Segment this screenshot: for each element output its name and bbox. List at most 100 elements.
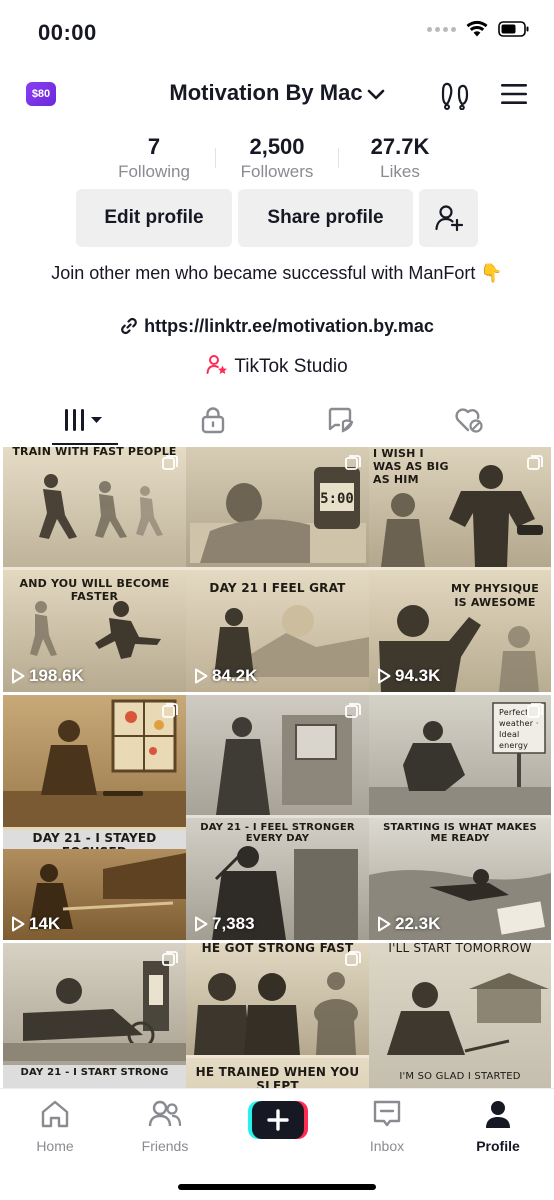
stat-divider xyxy=(338,148,339,168)
view-count: 198.6K xyxy=(11,666,84,686)
tab-private[interactable] xyxy=(144,394,282,446)
bio-link[interactable]: https://linktr.ee/motivation.by.mac xyxy=(0,316,554,337)
stat-label: Following xyxy=(118,162,190,181)
nav-label: Inbox xyxy=(369,1138,405,1154)
view-count-text: 7,383 xyxy=(212,914,255,933)
clock-time: 5:00 xyxy=(320,491,354,507)
view-count: 7,383 xyxy=(194,914,255,934)
tab-reposts[interactable] xyxy=(272,394,410,446)
stat-following[interactable]: 7 Following xyxy=(94,134,214,182)
tagged-icon xyxy=(328,407,354,433)
edit-profile-button[interactable]: Edit profile xyxy=(76,189,232,247)
view-count: 14K xyxy=(11,914,60,934)
wifi-icon xyxy=(466,20,488,37)
meditating-samurai-illustration xyxy=(3,699,186,827)
video-tile[interactable]: 5:00 DAY 21 I FEEL GRAT 84.2K xyxy=(186,447,369,692)
stat-value: 2,500 xyxy=(249,134,305,159)
comparison-illustration xyxy=(381,465,543,567)
video-tile[interactable]: TRAIN WITH FAST PEOPLE AND YOU WILL BECO… xyxy=(3,447,186,692)
liked-icon xyxy=(455,408,483,433)
view-count-text: 84.2K xyxy=(212,666,258,685)
stat-value: 7 xyxy=(147,134,161,159)
signal-icon xyxy=(427,26,456,32)
share-profile-button[interactable]: Share profile xyxy=(238,189,413,247)
video-grid: TRAIN WITH FAST PEOPLE AND YOU WILL BECO… xyxy=(0,447,554,1088)
account-switcher[interactable]: Motivation By Mac xyxy=(0,80,554,107)
profile-icon xyxy=(486,1101,510,1128)
nav-profile[interactable]: Profile xyxy=(453,1099,543,1154)
menu-icon[interactable] xyxy=(500,82,528,106)
multi-image-icon xyxy=(527,455,543,470)
profile-header: $80 Motivation By Mac xyxy=(0,66,554,120)
create-icon[interactable] xyxy=(248,1101,308,1139)
profile-bio: Join other men who became successful wit… xyxy=(51,263,503,283)
multi-image-icon xyxy=(345,703,361,718)
battery-icon xyxy=(498,21,529,37)
nav-friends[interactable]: Friends xyxy=(120,1099,210,1154)
tired-samurai-illustration xyxy=(216,715,352,815)
multi-image-icon xyxy=(527,703,543,718)
active-tab-indicator xyxy=(52,443,118,445)
video-tile[interactable]: DAY 21 - I START STRONG xyxy=(3,943,186,1088)
studio-icon xyxy=(206,355,228,374)
status-icons xyxy=(427,20,530,38)
video-tile[interactable]: HE GOT STRONG FAST HE TRAINED WHEN YOU S… xyxy=(186,943,369,1088)
view-count-text: 94.3K xyxy=(395,666,441,685)
video-tile[interactable]: DAY 21 - I FEEL STRONGER EVERY DAY 7,383 xyxy=(186,695,369,940)
stat-value: 27.7K xyxy=(370,134,430,159)
lock-icon xyxy=(201,407,225,434)
video-caption-bottom: DAY 21 - I START STRONG xyxy=(20,1067,169,1078)
nav-label: Home xyxy=(36,1138,74,1154)
stat-likes[interactable]: 27.7K Likes xyxy=(340,134,460,182)
studio-label: TikTok Studio xyxy=(234,356,348,377)
nav-home[interactable]: Home xyxy=(10,1099,100,1154)
sitting-monk-illustration xyxy=(387,973,549,1055)
add-user-icon xyxy=(434,205,463,232)
video-caption-bottom: STARTING IS WHAT MAKES ME READY xyxy=(383,822,537,844)
view-count: 94.3K xyxy=(377,666,440,686)
view-count-text: 22.3K xyxy=(395,914,441,933)
multi-image-icon xyxy=(345,951,361,966)
inbox-icon xyxy=(373,1100,401,1127)
home-indicator xyxy=(178,1184,376,1190)
profile-name: Motivation By Mac xyxy=(169,80,363,105)
video-tile[interactable]: DAY 21 - I STAYED FOCUSED 14K xyxy=(3,695,186,940)
video-caption-top: TRAIN WITH FAST PEOPLE xyxy=(12,447,177,458)
play-icon xyxy=(195,916,208,932)
runners-illustration xyxy=(39,474,163,539)
profile-stats: 7 Following 2,500 Followers 27.7K Likes xyxy=(94,134,460,190)
stat-followers[interactable]: 2,500 Followers xyxy=(217,134,337,182)
watching-men-illustration xyxy=(194,972,358,1055)
view-count-text: 14K xyxy=(29,914,61,933)
view-count-text: 198.6K xyxy=(29,666,84,685)
tab-liked[interactable] xyxy=(400,394,538,446)
play-icon xyxy=(12,916,25,932)
nav-label: Friends xyxy=(141,1138,189,1154)
play-icon xyxy=(195,668,208,684)
multi-image-icon xyxy=(162,703,178,718)
status-time: 00:00 xyxy=(38,20,97,45)
view-count: 84.2K xyxy=(194,666,257,686)
play-icon xyxy=(378,916,391,932)
panel-divider xyxy=(3,827,186,830)
add-friend-button[interactable] xyxy=(419,189,478,247)
video-caption-top: I'LL START TOMORROW xyxy=(388,943,532,955)
video-tile[interactable]: Perfect weather · Ideal energy STARTING … xyxy=(369,695,551,940)
samurai-sunrise-illustration xyxy=(214,605,369,677)
footprint-icon[interactable] xyxy=(440,80,470,110)
sleeping-man-illustration: 5:00 xyxy=(190,467,366,563)
stat-divider xyxy=(215,148,216,168)
multi-image-icon xyxy=(162,455,178,470)
nav-inbox[interactable]: Inbox xyxy=(342,1099,432,1154)
video-caption-bottom: HE TRAINED WHEN YOU SLEPT xyxy=(195,1065,360,1088)
tab-videos[interactable] xyxy=(16,394,154,446)
tiktok-studio-link[interactable]: TikTok Studio xyxy=(0,354,554,378)
play-icon xyxy=(12,668,25,684)
video-tile[interactable]: I'LL START TOMORROW I'M SO GLAD I STARTE… xyxy=(369,943,551,1088)
video-tile[interactable]: I WISH I WAS AS BIG AS HIM MY PHYSIQUE I… xyxy=(369,447,551,692)
content-tabs xyxy=(0,394,554,446)
home-icon xyxy=(41,1100,69,1128)
nav-label: Profile xyxy=(476,1138,520,1154)
videos-grid-icon xyxy=(65,409,102,431)
desk-samurai-illustration xyxy=(3,961,186,1061)
